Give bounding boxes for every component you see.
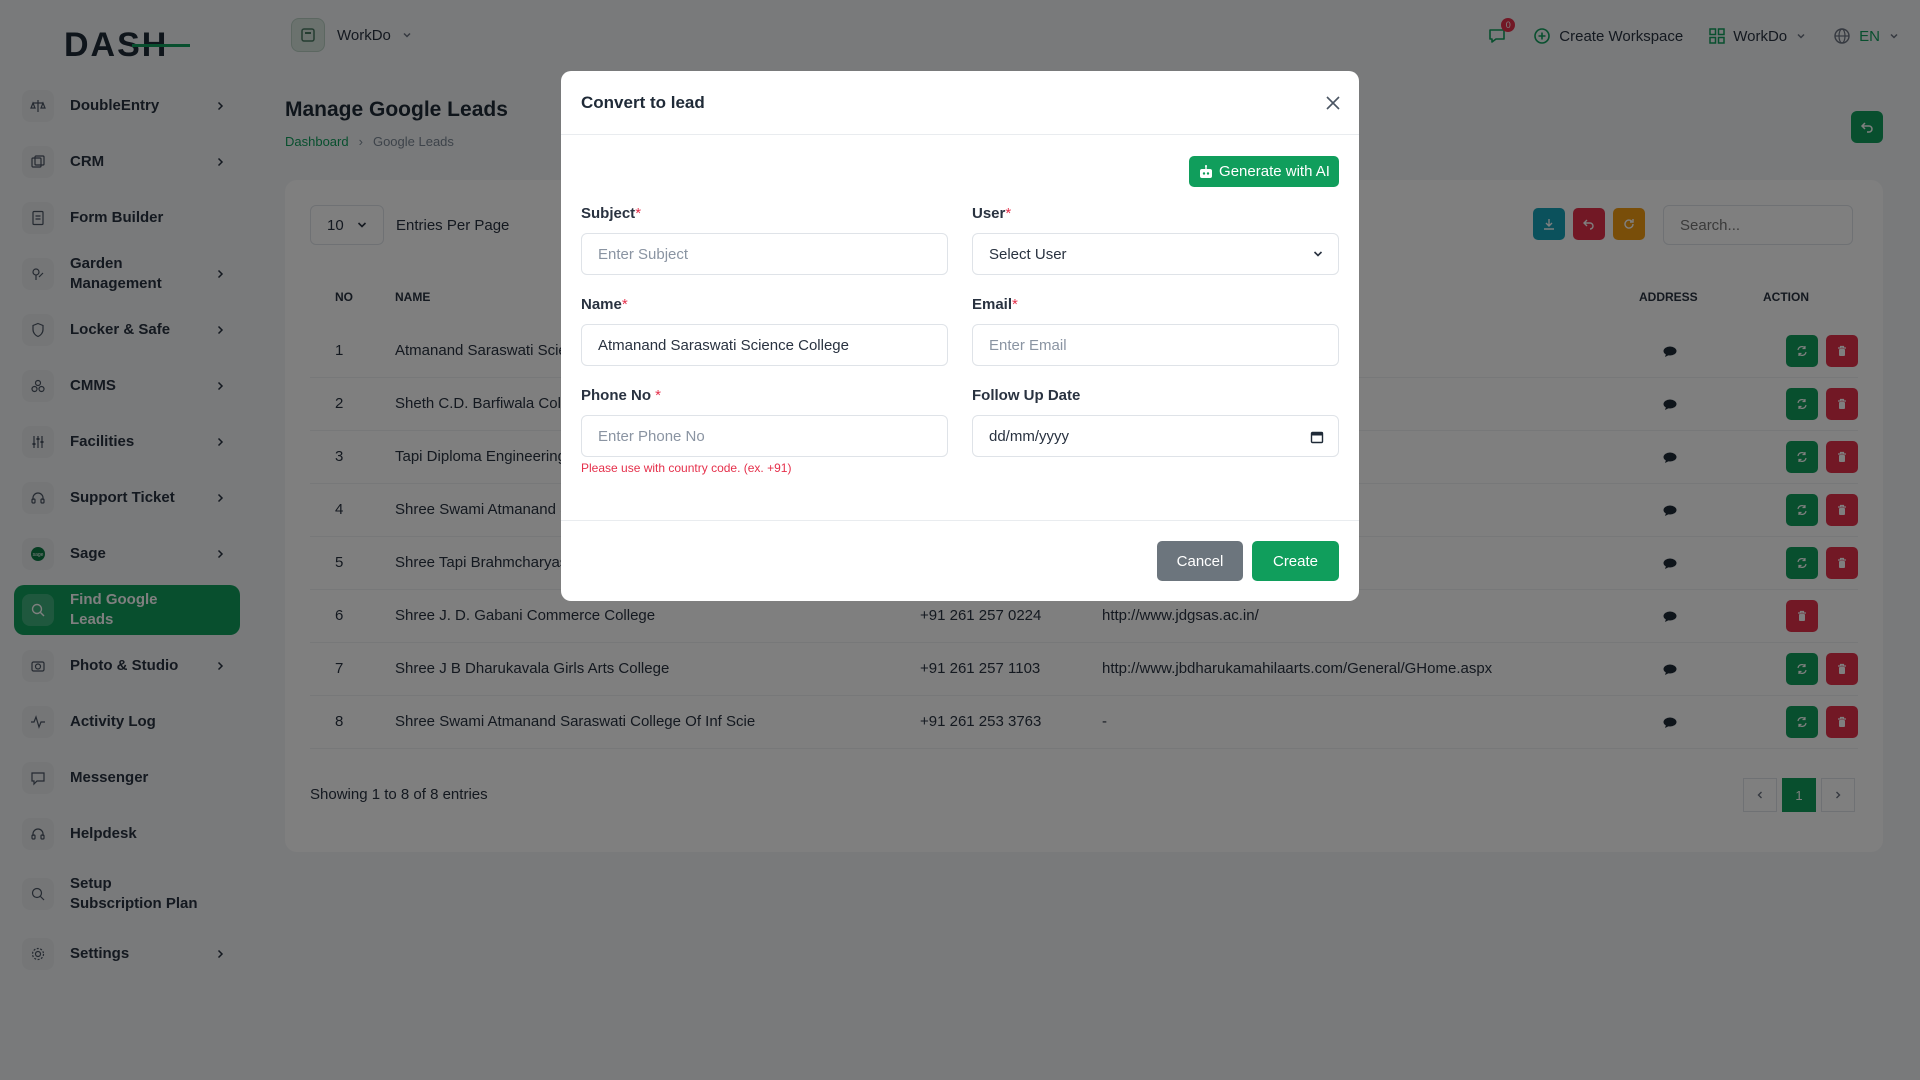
followup-label: Follow Up Date bbox=[972, 387, 1081, 404]
required-mark: * bbox=[655, 387, 662, 404]
required-mark: * bbox=[1012, 296, 1018, 313]
subject-label: Subject* bbox=[581, 205, 642, 222]
cancel-button[interactable]: Cancel bbox=[1157, 541, 1243, 581]
subject-input[interactable]: Enter Subject bbox=[581, 233, 948, 275]
name-input[interactable]: Atmanand Saraswati Science College bbox=[581, 324, 948, 366]
required-mark: * bbox=[621, 296, 628, 313]
email-input[interactable]: Enter Email bbox=[972, 324, 1339, 366]
required-mark: * bbox=[1005, 205, 1012, 222]
followup-date-input[interactable]: dd/mm/yyyy bbox=[972, 415, 1339, 457]
required-mark: * bbox=[635, 205, 642, 222]
generate-with-ai-button[interactable]: Generate with AI bbox=[1189, 156, 1339, 187]
user-label: User* bbox=[972, 205, 1012, 222]
user-select[interactable]: Select User bbox=[972, 233, 1339, 275]
modal-header: Convert to lead bbox=[561, 71, 1359, 135]
calendar-icon[interactable] bbox=[1310, 430, 1324, 444]
modal-title: Convert to lead bbox=[581, 93, 705, 112]
phone-label: Phone No * bbox=[581, 387, 662, 404]
followup-date-value: dd/mm/yyyy bbox=[989, 427, 1070, 445]
name-label: Name* bbox=[581, 296, 628, 313]
phone-input[interactable]: Enter Phone No bbox=[581, 415, 948, 457]
close-icon[interactable] bbox=[1323, 93, 1343, 113]
user-select-value: Select User bbox=[989, 245, 1067, 263]
generate-with-ai-label: Generate with AI bbox=[1219, 163, 1330, 180]
robot-icon bbox=[1200, 164, 1213, 178]
phone-hint: Please use with country code. (ex. +91) bbox=[581, 461, 792, 475]
create-button[interactable]: Create bbox=[1252, 541, 1339, 581]
modal-footer-divider bbox=[561, 520, 1359, 521]
chevron-down-icon bbox=[1313, 251, 1323, 257]
convert-to-lead-modal: Convert to lead Generate with AI Subject… bbox=[561, 71, 1359, 601]
email-label: Email* bbox=[972, 296, 1018, 313]
